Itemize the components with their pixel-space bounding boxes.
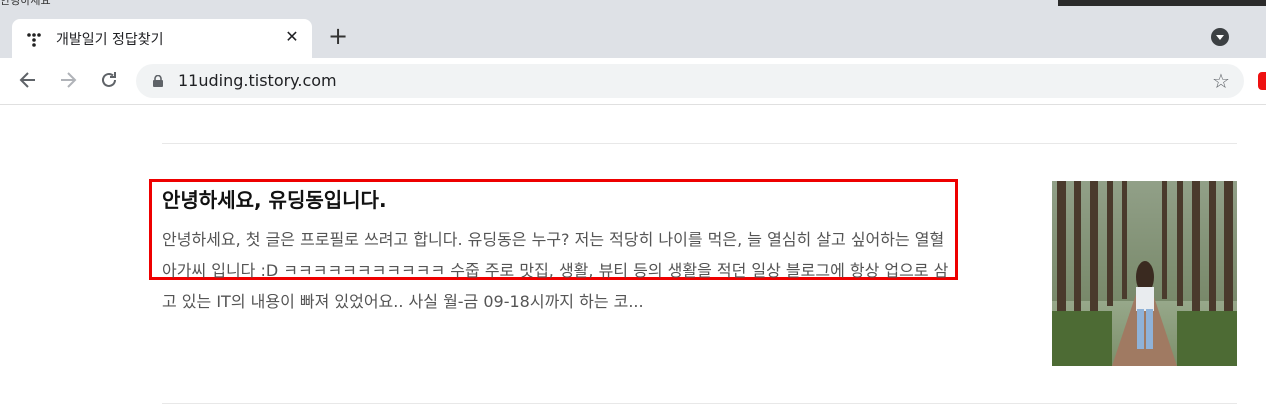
tab-bar: 개발일기 정답찾기 ✕ + bbox=[0, 6, 1266, 58]
bookmark-star-icon[interactable]: ☆ bbox=[1212, 69, 1230, 93]
url-text: 11uding.tistory.com bbox=[178, 71, 337, 90]
forest-path-image bbox=[1052, 181, 1237, 366]
tab-search-icon[interactable] bbox=[1211, 28, 1229, 46]
tab-title: 개발일기 정답찾기 bbox=[56, 32, 164, 48]
address-bar[interactable]: 11uding.tistory.com ☆ bbox=[136, 64, 1244, 98]
reload-icon[interactable] bbox=[98, 69, 120, 91]
post-thumbnail[interactable] bbox=[1052, 181, 1237, 366]
page-content: 안녕하세요, 유딩동입니다. 안녕하세요, 첫 글은 프로필로 쓰려고 합니다.… bbox=[0, 105, 1266, 405]
close-icon[interactable]: ✕ bbox=[282, 27, 302, 47]
new-tab-button[interactable]: + bbox=[326, 24, 350, 48]
lock-icon bbox=[153, 75, 163, 87]
forward-icon[interactable] bbox=[57, 69, 79, 91]
tab-active[interactable]: 개발일기 정답찾기 ✕ bbox=[12, 19, 312, 58]
divider bbox=[162, 143, 1237, 144]
back-icon[interactable] bbox=[17, 69, 39, 91]
post-title[interactable]: 안녕하세요, 유딩동입니다. bbox=[162, 184, 387, 213]
post-excerpt[interactable]: 안녕하세요, 첫 글은 프로필로 쓰려고 합니다. 유딩동은 누구? 저는 적당… bbox=[162, 224, 957, 317]
divider bbox=[162, 403, 1237, 404]
browser-toolbar: 11uding.tistory.com ☆ bbox=[0, 58, 1266, 105]
extension-icon[interactable] bbox=[1258, 72, 1266, 90]
tistory-icon bbox=[27, 33, 41, 47]
